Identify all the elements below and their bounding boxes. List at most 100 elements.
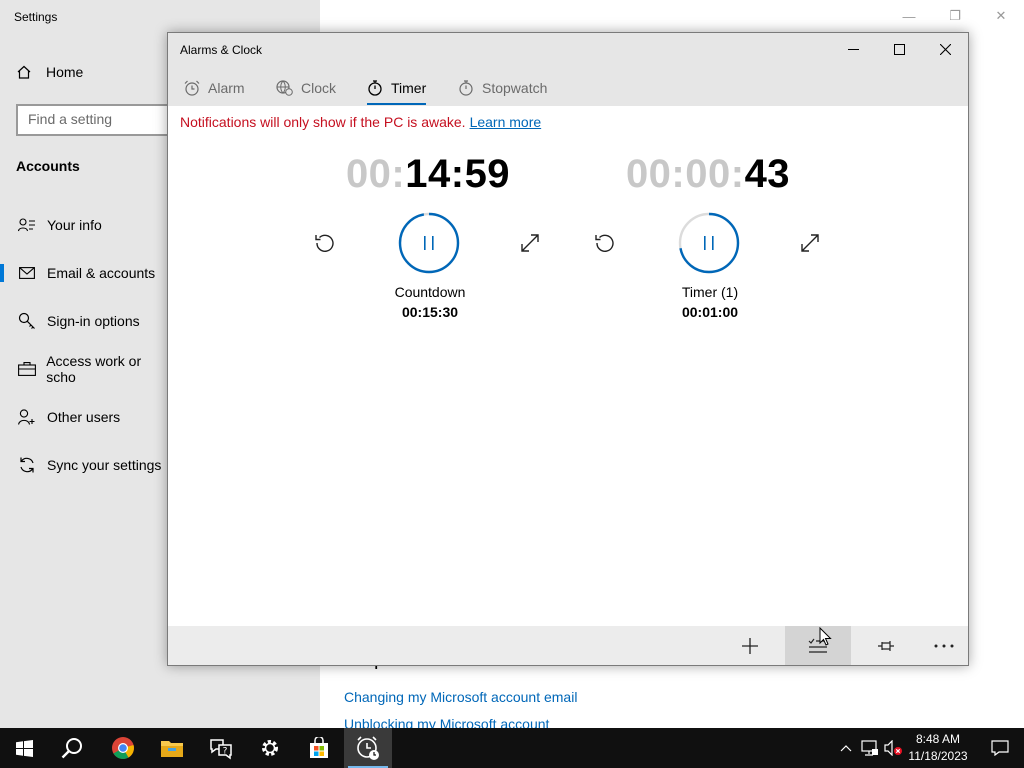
alarms-clock-window: Alarms & Clock Alarm Clock Timer Stopwat… — [167, 32, 969, 666]
sidebar-item-label: Access work or scho — [46, 353, 142, 385]
show-hidden-icons-button[interactable] — [835, 728, 857, 768]
taskbar-store[interactable] — [295, 728, 343, 768]
timer-duration: 00:15:30 — [401, 304, 459, 320]
plus-icon — [742, 637, 758, 654]
sidebar-item-sign-in-options[interactable]: Sign-in options — [0, 301, 170, 341]
more-options-button[interactable] — [911, 626, 977, 665]
store-icon — [310, 737, 328, 758]
expand-timer-button[interactable] — [795, 228, 825, 258]
tab-bar: Alarm Clock Timer Stopwatch — [168, 66, 968, 106]
taskbar-alarms-clock[interactable] — [344, 728, 392, 768]
close-button[interactable] — [922, 33, 968, 66]
expand-icon — [521, 234, 539, 252]
maximize-button[interactable] — [876, 33, 922, 66]
timer-duration: 00:01:00 — [681, 304, 739, 320]
add-timer-button[interactable] — [717, 626, 783, 665]
taskbar-clock[interactable]: 8:48 AM 11/18/2023 — [898, 731, 978, 765]
pause-timer-button[interactable] — [678, 212, 740, 274]
feedback-hub-icon: ? — [210, 739, 232, 760]
start-icon — [15, 739, 33, 757]
taskbar: ? 8:48 AM 11/18/2023 — [0, 728, 1024, 768]
tab-stopwatch[interactable]: Stopwatch — [458, 74, 547, 102]
timer-remaining-dim: 00:00: — [625, 152, 745, 196]
title-bar: Alarms & Clock — [168, 33, 968, 66]
chevron-up-icon — [840, 745, 852, 752]
settings-window-controls: — ❐ ✕ — [886, 0, 1024, 32]
timer-content: Notifications will only show if the PC i… — [168, 106, 968, 626]
timer-remaining-dim: 00: — [345, 152, 406, 196]
settings-title: Settings — [14, 10, 58, 24]
reset-icon — [595, 234, 614, 252]
network-button[interactable] — [858, 728, 882, 768]
sidebar-item-your-info[interactable]: Your info — [0, 205, 170, 245]
sidebar-item-email-accounts[interactable]: Email & accounts — [0, 253, 170, 293]
tab-label: Timer — [391, 80, 427, 96]
minimize-button[interactable] — [830, 33, 876, 66]
reset-timer-button[interactable] — [310, 228, 340, 258]
mail-icon — [16, 267, 38, 279]
expand-timer-button[interactable] — [515, 228, 545, 258]
alarm-icon — [184, 80, 200, 96]
network-icon — [861, 740, 878, 756]
settings-section-heading: Accounts — [16, 158, 80, 174]
stopwatch-icon — [459, 80, 473, 96]
clock-time: 8:48 AM — [915, 732, 961, 746]
sidebar-item-other-users[interactable]: Other users — [0, 397, 170, 437]
reset-timer-button[interactable] — [590, 228, 620, 258]
pause-timer-button[interactable] — [398, 212, 460, 274]
stopwatch-icon — [368, 80, 382, 96]
help-link[interactable]: Changing my Microsoft account email — [344, 689, 577, 705]
awake-notice: Notifications will only show if the PC i… — [180, 114, 541, 130]
pin-button[interactable] — [853, 626, 919, 665]
person-card-icon — [16, 218, 38, 232]
taskbar-feedback-hub[interactable]: ? — [197, 728, 245, 768]
alarms-icon — [357, 736, 379, 760]
home-label: Home — [46, 64, 84, 80]
notice-text: Notifications will only show if the PC i… — [180, 114, 466, 130]
briefcase-icon — [16, 362, 37, 376]
tab-clock[interactable]: Clock — [276, 74, 336, 102]
pin-icon — [878, 640, 894, 651]
mouse-cursor-icon — [819, 627, 832, 646]
tab-alarm[interactable]: Alarm — [184, 74, 245, 102]
timer-name: Timer (1) — [681, 284, 739, 300]
clock-date: 11/18/2023 — [908, 749, 968, 763]
window-title: Alarms & Clock — [180, 43, 263, 57]
sidebar-item-sync-settings[interactable]: Sync your settings — [0, 445, 170, 485]
action-center-button[interactable] — [976, 728, 1024, 768]
settings-search-input[interactable]: Find a setting — [16, 104, 186, 136]
search-icon — [61, 738, 82, 759]
minimize-icon[interactable]: — — [886, 0, 932, 32]
taskbar-file-explorer[interactable] — [148, 728, 196, 768]
close-icon[interactable]: ✕ — [978, 0, 1024, 32]
pause-icon — [424, 236, 434, 250]
tab-timer[interactable]: Timer — [367, 74, 427, 105]
reset-icon — [315, 234, 334, 252]
start-button[interactable] — [0, 728, 48, 768]
taskbar-settings[interactable] — [246, 728, 294, 768]
sidebar-item-label: Sync your settings — [47, 457, 162, 473]
svg-text:?: ? — [223, 747, 228, 757]
taskbar-search-button[interactable] — [48, 728, 96, 768]
chrome-icon — [112, 737, 134, 759]
person-add-icon — [16, 409, 38, 425]
tab-label: Stopwatch — [482, 80, 548, 96]
tab-label: Clock — [301, 80, 337, 96]
restore-icon[interactable]: ❐ — [932, 0, 978, 32]
notification-icon — [991, 740, 1009, 756]
settings-home-link[interactable]: Home — [16, 64, 83, 80]
learn-more-link[interactable]: Learn more — [470, 114, 542, 130]
sidebar-item-access-work[interactable]: Access work or scho — [0, 349, 170, 389]
file-explorer-icon — [161, 741, 183, 757]
timer-remaining: 00:14:59 — [298, 152, 558, 197]
edit-timers-button[interactable] — [785, 626, 851, 665]
sync-icon — [16, 456, 38, 474]
tab-label: Alarm — [208, 80, 245, 96]
timer-remaining-bright: 43 — [744, 152, 791, 196]
maximize-icon — [893, 44, 905, 55]
timer-remaining-bright: 14:59 — [405, 152, 511, 196]
taskbar-chrome[interactable] — [99, 728, 147, 768]
minimize-icon — [847, 49, 859, 50]
sidebar-item-label: Your info — [47, 217, 102, 233]
expand-icon — [801, 234, 819, 252]
